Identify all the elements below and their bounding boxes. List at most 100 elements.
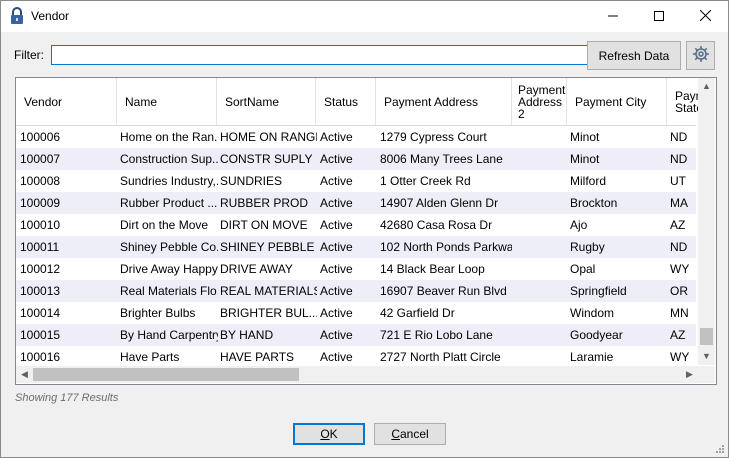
cell-vendor[interactable]: 100012 [20, 258, 116, 280]
cell-sortname[interactable]: DIRT ON MOVE [220, 214, 317, 236]
cell-sortname[interactable]: DRIVE AWAY [220, 258, 317, 280]
cell-payment-address[interactable]: 102 North Ponds Parkway [380, 236, 512, 258]
table-row[interactable]: 100007 Construction Sup... CONSTR SUPLY Act… [16, 148, 696, 170]
cell-status[interactable]: Active [320, 126, 375, 148]
horizontal-scrollbar[interactable]: ◀ ▶ [16, 366, 698, 383]
cell-payment-address-2[interactable] [516, 192, 566, 214]
cell-payment-address-2[interactable] [516, 324, 566, 346]
cell-name[interactable]: By Hand Carpentry [120, 324, 218, 346]
cell-payment-state[interactable]: ND [670, 236, 700, 258]
cell-payment-city[interactable]: Brockton [570, 192, 666, 214]
cell-payment-address[interactable]: 1279 Cypress Court [380, 126, 512, 148]
cell-name[interactable]: Drive Away Happy [120, 258, 218, 280]
cell-name[interactable]: Home on the Ran... [120, 126, 218, 148]
cell-payment-city[interactable]: Laramie [570, 346, 666, 368]
filter-input[interactable] [51, 45, 589, 65]
cell-payment-state[interactable]: AZ [670, 214, 700, 236]
cell-status[interactable]: Active [320, 214, 375, 236]
resize-grip-icon[interactable] [713, 442, 725, 454]
cell-vendor[interactable]: 100011 [20, 236, 116, 258]
column-header-payment-city[interactable]: Payment City [567, 78, 667, 125]
table-row[interactable]: 100010 Dirt on the Move DIRT ON MOVE Active… [16, 214, 696, 236]
cell-sortname[interactable]: HAVE PARTS [220, 346, 317, 368]
cell-payment-city[interactable]: Opal [570, 258, 666, 280]
table-row[interactable]: 100015 By Hand Carpentry BY HAND Active 721 … [16, 324, 696, 346]
cell-name[interactable]: Construction Sup... [120, 148, 218, 170]
cell-status[interactable]: Active [320, 258, 375, 280]
cell-payment-address-2[interactable] [516, 170, 566, 192]
cell-payment-address-2[interactable] [516, 346, 566, 368]
cell-sortname[interactable]: REAL MATERIALS [220, 280, 317, 302]
cell-payment-state[interactable]: MN [670, 302, 700, 324]
cell-name[interactable]: Brighter Bulbs [120, 302, 218, 324]
cell-payment-city[interactable]: Ajo [570, 214, 666, 236]
cell-payment-state[interactable]: OR [670, 280, 700, 302]
cell-payment-city[interactable]: Milford [570, 170, 666, 192]
cell-payment-state[interactable]: ND [670, 126, 700, 148]
cell-sortname[interactable]: BRIGHTER BUL... [220, 302, 317, 324]
cell-payment-address[interactable]: 42 Garfield Dr [380, 302, 512, 324]
cell-payment-address-2[interactable] [516, 236, 566, 258]
settings-button[interactable] [686, 41, 715, 70]
minimize-button[interactable] [590, 1, 636, 32]
table-row[interactable]: 100006 Home on the Ran... HOME ON RANGE Act… [16, 126, 696, 148]
cell-name[interactable]: Sundries Industry,... [120, 170, 218, 192]
cell-name[interactable]: Shiney Pebble Co... [120, 236, 218, 258]
cell-sortname[interactable]: RUBBER PROD [220, 192, 317, 214]
column-header-status[interactable]: Status [316, 78, 376, 125]
cell-payment-address-2[interactable] [516, 302, 566, 324]
table-row[interactable]: 100009 Rubber Product ... RUBBER PROD Activ… [16, 192, 696, 214]
refresh-data-button[interactable]: Refresh Data [587, 41, 681, 70]
cell-payment-address-2[interactable] [516, 214, 566, 236]
table-row[interactable]: 100008 Sundries Industry,... SUNDRIES Activ… [16, 170, 696, 192]
cell-status[interactable]: Active [320, 192, 375, 214]
cell-payment-address[interactable]: 721 E Rio Lobo Lane [380, 324, 512, 346]
cell-sortname[interactable]: HOME ON RANGE [220, 126, 317, 148]
column-header-sortname[interactable]: SortName [217, 78, 316, 125]
cell-sortname[interactable]: SHINEY PEBBLE [220, 236, 317, 258]
cell-vendor[interactable]: 100014 [20, 302, 116, 324]
cell-payment-state[interactable]: WY [670, 258, 700, 280]
cell-vendor[interactable]: 100006 [20, 126, 116, 148]
cell-vendor[interactable]: 100009 [20, 192, 116, 214]
cell-name[interactable]: Rubber Product ... [120, 192, 218, 214]
column-header-name[interactable]: Name [117, 78, 217, 125]
cell-payment-address[interactable]: 8006 Many Trees Lane [380, 148, 512, 170]
cell-payment-state[interactable]: UT [670, 170, 700, 192]
title-bar[interactable]: Vendor [1, 1, 728, 32]
table-row[interactable]: 100013 Real Materials Flo... REAL MATERIAL… [16, 280, 696, 302]
horizontal-scroll-thumb[interactable] [33, 368, 299, 381]
cell-payment-state[interactable]: MA [670, 192, 700, 214]
cell-payment-address-2[interactable] [516, 126, 566, 148]
column-header-payment-address-2[interactable]: Payment Address 2 [512, 78, 567, 125]
cell-status[interactable]: Active [320, 280, 375, 302]
column-header-vendor[interactable]: Vendor [16, 78, 117, 125]
cell-payment-address[interactable]: 2727 North Platt Circle [380, 346, 512, 368]
cell-sortname[interactable]: CONSTR SUPLY [220, 148, 317, 170]
cell-payment-state[interactable]: ND [670, 148, 700, 170]
cell-payment-city[interactable]: Minot [570, 126, 666, 148]
cell-payment-city[interactable]: Springfield [570, 280, 666, 302]
vertical-scrollbar[interactable]: ▲ ▼ [698, 78, 715, 365]
table-row[interactable]: 100016 Have Parts HAVE PARTS Active 2727 Nor… [16, 346, 696, 368]
cell-payment-city[interactable]: Goodyear [570, 324, 666, 346]
cell-payment-address-2[interactable] [516, 258, 566, 280]
column-header-payment-address[interactable]: Payment Address [376, 78, 512, 125]
cell-payment-address[interactable]: 16907 Beaver Run Blvd [380, 280, 512, 302]
cell-sortname[interactable]: BY HAND [220, 324, 317, 346]
cell-payment-city[interactable]: Windom [570, 302, 666, 324]
cell-name[interactable]: Have Parts [120, 346, 218, 368]
cell-vendor[interactable]: 100015 [20, 324, 116, 346]
vendor-grid[interactable]: Vendor Name SortName Status Payment Addr… [15, 77, 717, 385]
scroll-left-icon[interactable]: ◀ [16, 366, 33, 383]
cell-sortname[interactable]: SUNDRIES [220, 170, 317, 192]
table-row[interactable]: 100012 Drive Away Happy DRIVE AWAY Active 14… [16, 258, 696, 280]
cell-vendor[interactable]: 100016 [20, 346, 116, 368]
cell-payment-address-2[interactable] [516, 280, 566, 302]
cell-vendor[interactable]: 100013 [20, 280, 116, 302]
cell-payment-address[interactable]: 14 Black Bear Loop [380, 258, 512, 280]
cell-status[interactable]: Active [320, 324, 375, 346]
cell-payment-address[interactable]: 42680 Casa Rosa Dr [380, 214, 512, 236]
vertical-scroll-thumb[interactable] [700, 328, 713, 345]
close-button[interactable] [682, 1, 728, 32]
